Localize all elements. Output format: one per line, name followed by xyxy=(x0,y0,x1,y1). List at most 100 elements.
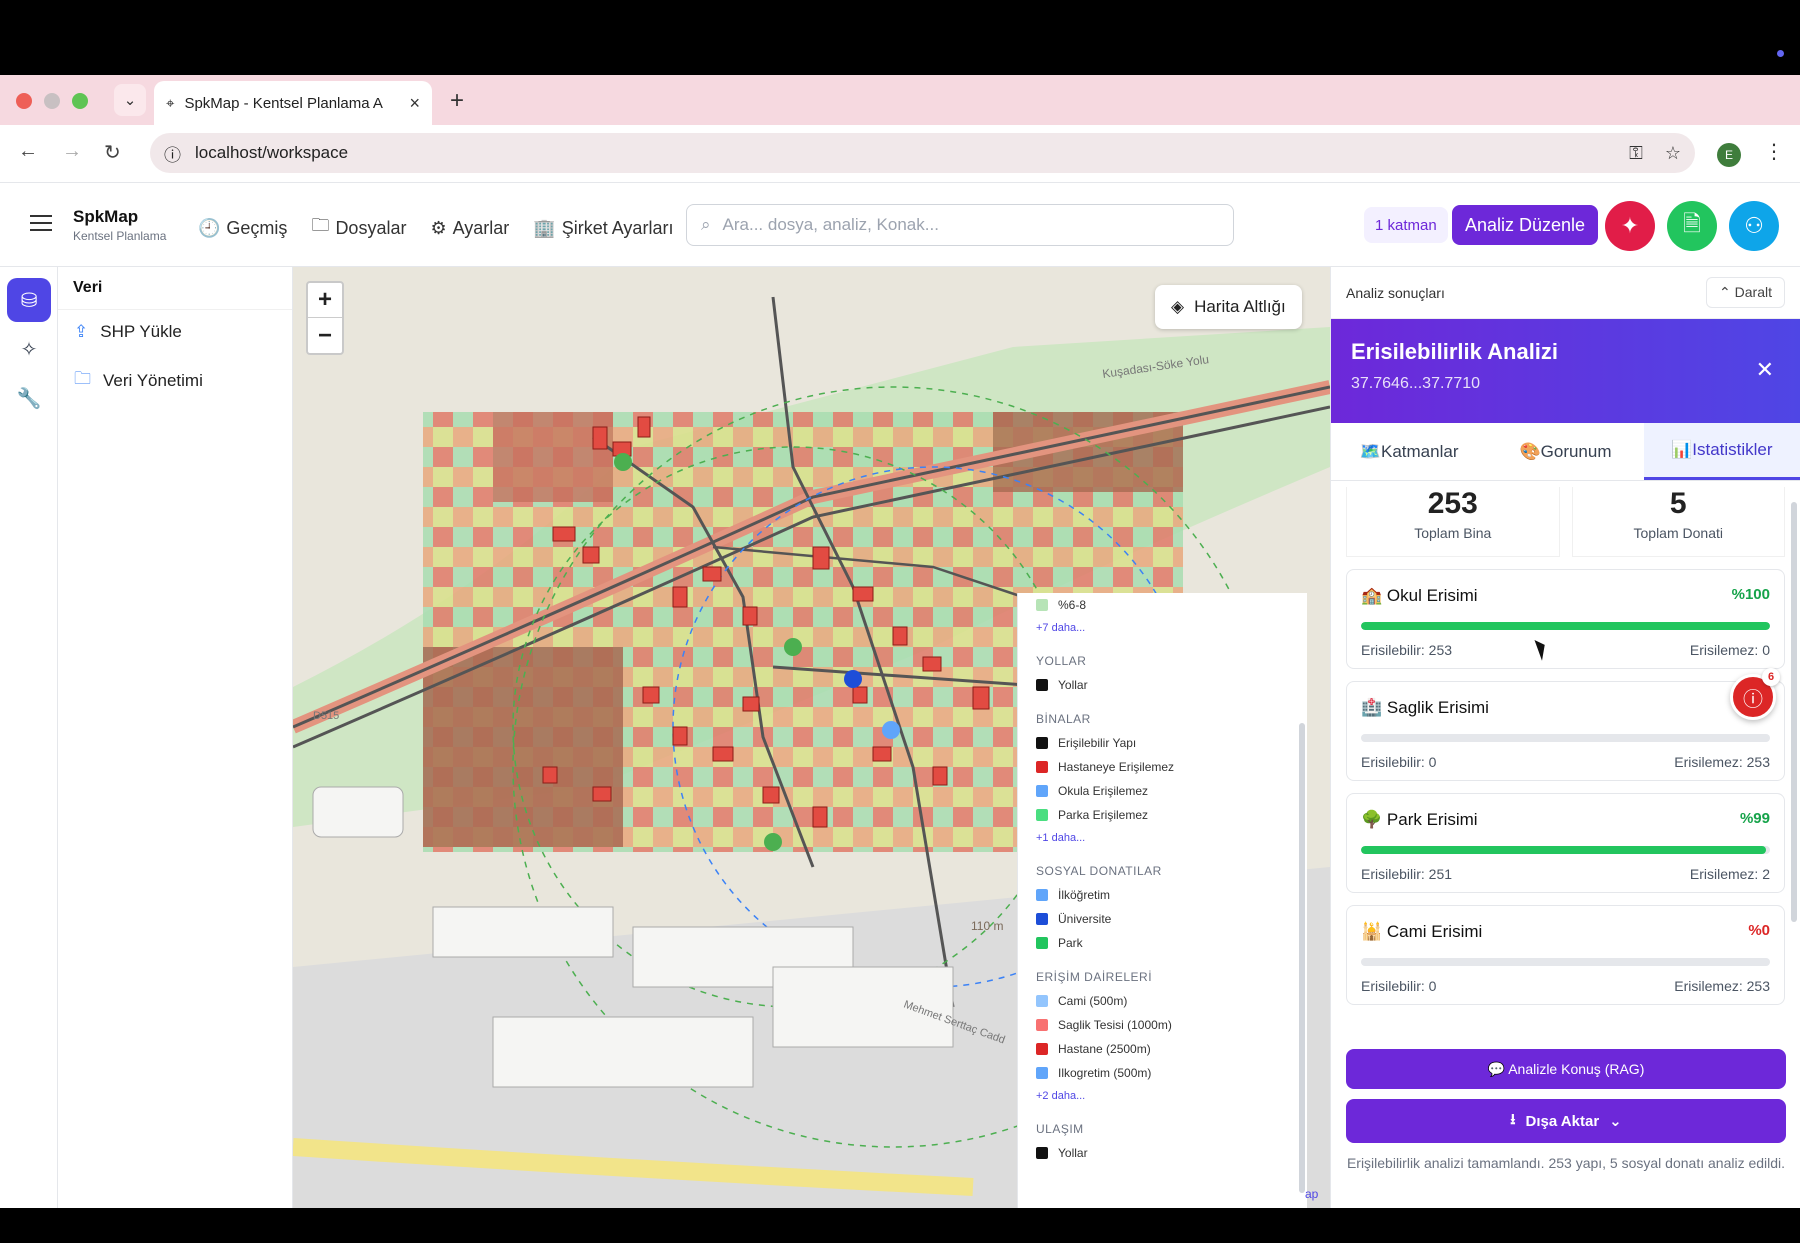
access-cards: 🏫 Okul Erisimi %100 Erisilebilir: 253 Er… xyxy=(1331,569,1800,1005)
app-header: SpkMap Kentsel Planlama 🕘 Geçmiş 🗀 Dosyala… xyxy=(0,183,1800,267)
legend-swatch xyxy=(1036,599,1048,611)
forward-arrow-icon[interactable]: → xyxy=(62,140,82,163)
legend-item-label: %6-8 xyxy=(1058,598,1087,612)
search-input[interactable]: ⌕ Ara... dosya, analiz, Konak... xyxy=(686,204,1234,246)
legend-item: Parka Erişilemez xyxy=(1036,803,1289,827)
chevron-up-icon: ⌃ xyxy=(1719,284,1735,300)
upload-icon: ⇪ xyxy=(74,322,89,341)
chart-icon: 📊 xyxy=(1671,440,1693,459)
new-tab-icon[interactable]: + xyxy=(450,87,464,115)
tab-statistics[interactable]: 📊 Istatistikler xyxy=(1643,423,1800,480)
tab-layers[interactable]: 🗺️ Katmanlar xyxy=(1331,423,1487,480)
ai-sparkle-button[interactable]: ✦ xyxy=(1605,201,1655,251)
rag-chat-button[interactable]: 💬 Analizle Konuş (RAG) xyxy=(1346,1049,1786,1089)
legend-more-link[interactable]: +1 daha... xyxy=(1036,827,1289,849)
legend-item: Yollar xyxy=(1036,1141,1289,1165)
category-icon: 🌳 xyxy=(1361,810,1383,829)
legend-swatch xyxy=(1036,785,1048,797)
card-title: 🌳 Park Erisimi xyxy=(1361,810,1478,830)
close-tab-icon[interactable]: × xyxy=(409,93,420,114)
data-management-label: Veri Yönetimi xyxy=(103,370,203,390)
legend-item-label: Hastaneye Erişilemez xyxy=(1058,760,1175,774)
legend-swatch xyxy=(1036,737,1048,749)
minimize-window-button[interactable] xyxy=(44,93,60,109)
map-legend: %6-8 +7 daha... YOLLAR Yollar BİNALAR Erişi… xyxy=(1017,593,1307,1208)
nav-files-label: Dosyalar xyxy=(335,217,407,238)
export-button[interactable]: ⭳ Dışa Aktar ⌄ xyxy=(1346,1099,1786,1143)
legend-item: Park xyxy=(1036,931,1289,955)
nav-settings[interactable]: ⚙ Ayarlar xyxy=(430,213,509,243)
menu-icon[interactable] xyxy=(30,215,52,231)
access-card: 🕌 Cami Erisimi %0 Erisilebilir: 0 Erisil… xyxy=(1346,905,1785,1005)
panel-title: Veri xyxy=(58,267,292,310)
legend-item-label: Yollar xyxy=(1058,1146,1088,1160)
report-button[interactable]: 🗎 xyxy=(1667,201,1717,251)
profile-avatar[interactable]: E xyxy=(1717,143,1741,167)
card-title: 🏫 Okul Erisimi xyxy=(1361,586,1478,606)
robot-icon: ⚇ xyxy=(1744,213,1764,238)
legend-item-label: Park xyxy=(1058,936,1083,950)
sparkles-icon[interactable]: ✧ xyxy=(7,327,51,371)
legend-more-link[interactable]: +7 daha... xyxy=(1036,617,1289,639)
icon-rail: ⛁ ✧ 🔧 xyxy=(0,267,58,1208)
legend-swatch xyxy=(1036,1043,1048,1055)
progress-bar xyxy=(1361,958,1770,966)
database-icon[interactable]: ⛁ xyxy=(7,278,51,322)
bot-button[interactable]: ⚇ xyxy=(1729,201,1779,251)
reload-icon[interactable]: ↻ xyxy=(104,140,121,165)
map-canvas[interactable]: Kuşadası-Söke Yolu D515 Mehmet Serttaç C… xyxy=(293,267,1330,1208)
download-icon: ⭳ xyxy=(1510,1110,1516,1128)
bookmark-star-icon[interactable]: ☆ xyxy=(1665,143,1681,164)
tab-statistics-label: Istatistikler xyxy=(1692,440,1773,459)
site-info-icon[interactable]: ⓘ xyxy=(164,141,181,166)
legend-item: Okula Erişilemez xyxy=(1036,779,1289,803)
data-management-item[interactable]: 🗀 Veri Yönetimi xyxy=(58,354,292,407)
card-header: 🌳 Park Erisimi %99 xyxy=(1361,810,1770,830)
close-window-button[interactable] xyxy=(16,93,32,109)
legend-swatch xyxy=(1036,937,1048,949)
legend-item-label: Üniversite xyxy=(1058,912,1112,926)
browser-menu-icon[interactable]: ⋮ xyxy=(1764,139,1784,164)
inaccessible-count: Erisilemez: 0 xyxy=(1689,642,1770,658)
legend-item: Erişilebilir Yapı xyxy=(1036,731,1289,755)
tab-layers-label: Katmanlar xyxy=(1381,441,1459,461)
map-attribution[interactable]: ap xyxy=(1305,1187,1318,1201)
basemap-button[interactable]: ◈ Harita Altlığı xyxy=(1155,285,1302,329)
collapse-label: Daralt xyxy=(1734,284,1772,300)
password-key-icon[interactable]: ⚿ xyxy=(1629,143,1643,164)
stat-label: Toplam Donati xyxy=(1633,525,1724,541)
legend-scrollbar[interactable] xyxy=(1299,723,1305,1193)
inaccessible-count: Erisilemez: 2 xyxy=(1689,866,1770,882)
legend-section-title: BİNALAR xyxy=(1036,712,1091,726)
document-icon: 🗎 xyxy=(1683,211,1701,236)
zoom-in-button[interactable]: + xyxy=(308,283,342,318)
collapse-button[interactable]: ⌃ Daralt xyxy=(1706,277,1785,308)
edit-analysis-button[interactable]: Analiz Düzenle xyxy=(1452,205,1599,245)
scale-label: 110 m xyxy=(971,919,1004,933)
tab-appearance[interactable]: 🎨 Gorunum xyxy=(1487,423,1643,480)
card-title-text: Park Erisimi xyxy=(1386,810,1478,829)
nav-history[interactable]: 🕘 Geçmiş xyxy=(198,213,287,243)
panel-scrollbar[interactable] xyxy=(1791,502,1797,922)
nav-company-settings[interactable]: 🏢 Şirket Ayarları xyxy=(533,213,673,243)
tab-title: SpkMap - Kentsel Planlama A xyxy=(184,94,383,112)
road-ref-label: D515 xyxy=(313,710,339,722)
legend-swatch xyxy=(1036,1019,1048,1031)
wrench-icon[interactable]: 🔧 xyxy=(7,376,51,420)
chevron-down-icon: ⌄ xyxy=(1609,1113,1622,1130)
card-footer: Erisilebilir: 0 Erisilemez: 253 xyxy=(1361,978,1770,994)
legend-more-link[interactable]: +2 daha... xyxy=(1036,1085,1289,1107)
url-text: localhost/workspace xyxy=(195,143,349,162)
browser-tab[interactable]: ⌖ SpkMap - Kentsel Planlama A × xyxy=(154,81,432,125)
nav-files[interactable]: 🗀 Dosyalar xyxy=(311,213,406,243)
analysis-footer-text: Erişilebilirlik analizi tamamlandı. 253 … xyxy=(1346,1155,1786,1171)
close-icon[interactable]: ✕ xyxy=(1756,357,1774,383)
upload-shp-item[interactable]: ⇪ SHP Yükle xyxy=(58,310,292,354)
tab-list-chevron-icon[interactable]: ⌄ xyxy=(114,84,146,116)
stats-row: 253 Toplam Bina 5 Toplam Donati xyxy=(1331,487,1800,557)
back-arrow-icon[interactable]: ← xyxy=(18,140,38,163)
address-bar[interactable]: ⓘ localhost/workspace ⚿ ☆ xyxy=(150,133,1695,173)
maximize-window-button[interactable] xyxy=(72,93,88,109)
zoom-out-button[interactable]: − xyxy=(308,318,342,353)
card-title: 🏥 Saglik Erisimi xyxy=(1361,698,1489,718)
